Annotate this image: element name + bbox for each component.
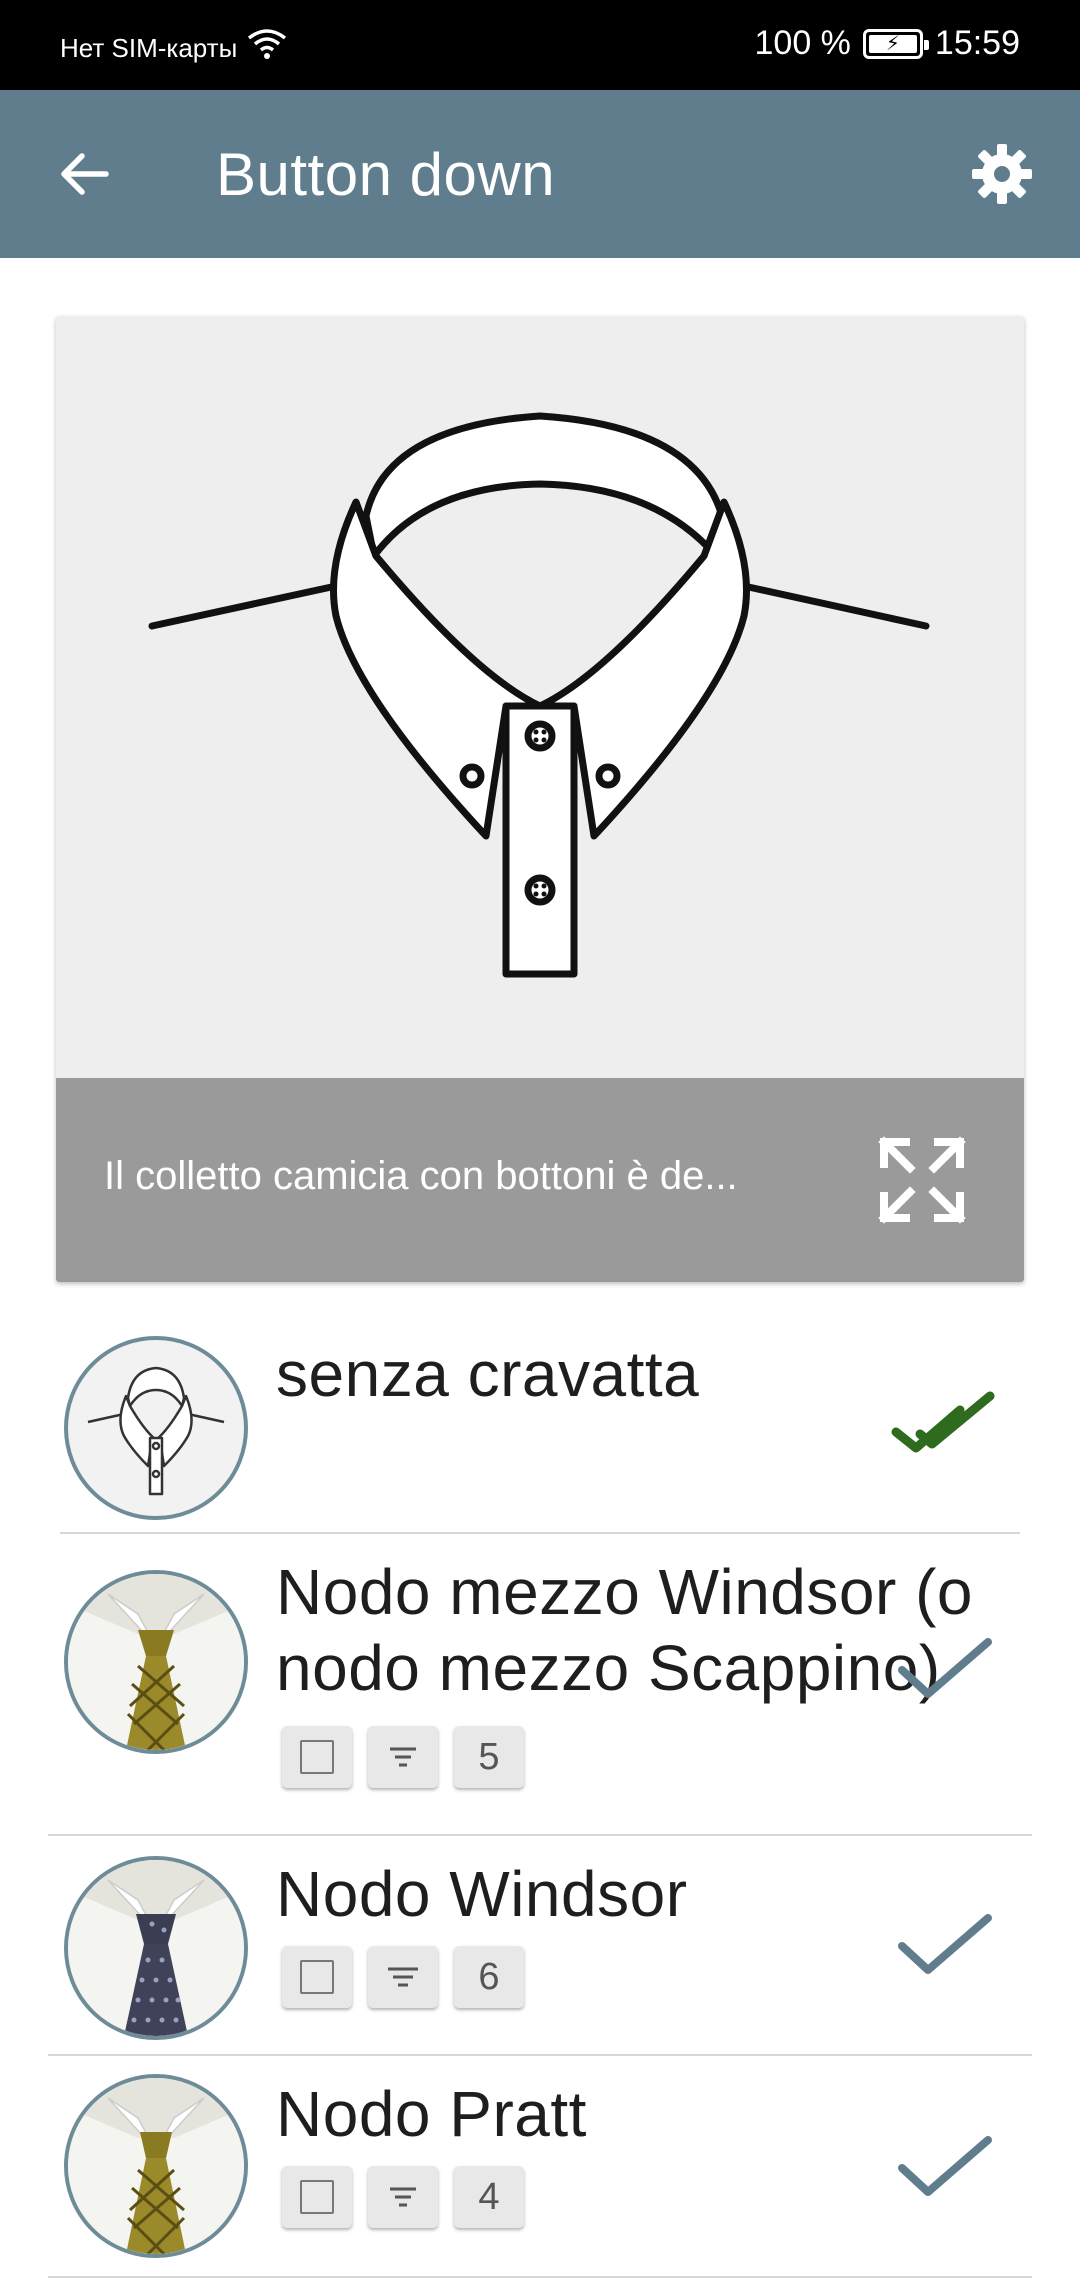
checkbox-icon (300, 1740, 334, 1774)
list-item[interactable]: Nodo mezzo Windsor (o nodo mezzo Scappin… (0, 1534, 1080, 1836)
filter-icon (390, 2187, 416, 2207)
item-chips: 6 (282, 1946, 524, 2008)
tie-thumbnail (64, 2074, 248, 2258)
back-button[interactable] (46, 136, 122, 212)
checkbox-icon (300, 1960, 334, 1994)
tie-thumbnail (64, 1856, 248, 2040)
battery-percent: 100 % (754, 24, 851, 62)
item-chips: 4 (282, 2166, 524, 2228)
list-item[interactable]: Nodo Windsor 6 (0, 1836, 1080, 2056)
item-title: Nodo mezzo Windsor (o nodo mezzo Scappin… (276, 1556, 973, 1704)
app-bar: Button down (0, 90, 1080, 258)
count-chip: 5 (454, 1726, 524, 1788)
difficulty-chip (368, 1946, 438, 2008)
double-check-icon (890, 1382, 1000, 1472)
filter-icon (388, 1967, 418, 1987)
arrow-back-icon (61, 153, 109, 195)
difficulty-chip (368, 1726, 438, 1788)
checkbox-chip[interactable] (282, 2166, 352, 2228)
page-title: Button down (216, 141, 556, 208)
gear-icon (972, 144, 1032, 204)
wifi-icon (247, 28, 287, 69)
check-icon (890, 1624, 1000, 1714)
count-chip: 6 (454, 1946, 524, 2008)
shirt-collar-illustration (56, 316, 1024, 1078)
collar-card[interactable]: Il colletto camicia con bottoni è de... (56, 316, 1024, 1282)
expand-button[interactable] (878, 1136, 966, 1224)
checkbox-chip[interactable] (282, 1726, 352, 1788)
collar-thumbnail (64, 1336, 248, 1520)
divider (48, 2276, 1032, 2278)
check-icon (890, 2122, 1000, 2212)
collar-description: Il colletto camicia con bottoni è de... (104, 1154, 738, 1198)
list-item[interactable]: senza cravatta (0, 1282, 1080, 1534)
battery-icon: ⚡ (862, 28, 929, 59)
card-footer: Il colletto camicia con bottoni è de... (56, 1078, 1024, 1282)
carrier-label: Нет SIM-карты (60, 33, 238, 63)
tie-thumbnail (64, 1570, 248, 1754)
settings-button[interactable] (964, 136, 1040, 212)
clock: 15:59 (934, 24, 1020, 62)
difficulty-chip (368, 2166, 438, 2228)
expand-icon (878, 1136, 966, 1224)
item-title: Nodo Pratt (276, 2078, 587, 2150)
checkbox-icon (300, 2180, 334, 2214)
filter-icon (390, 1747, 416, 1767)
count-chip: 4 (454, 2166, 524, 2228)
list-item[interactable]: Nodo Pratt 4 (0, 2056, 1080, 2280)
checkbox-chip[interactable] (282, 1946, 352, 2008)
item-title: Nodo Windsor (276, 1858, 688, 1930)
item-chips: 5 (282, 1726, 524, 1788)
status-bar: Нет SIM-карты 100 % ⚡ 15:59 (0, 0, 1080, 90)
item-title: senza cravatta (276, 1338, 700, 1410)
check-icon (890, 1900, 1000, 1990)
